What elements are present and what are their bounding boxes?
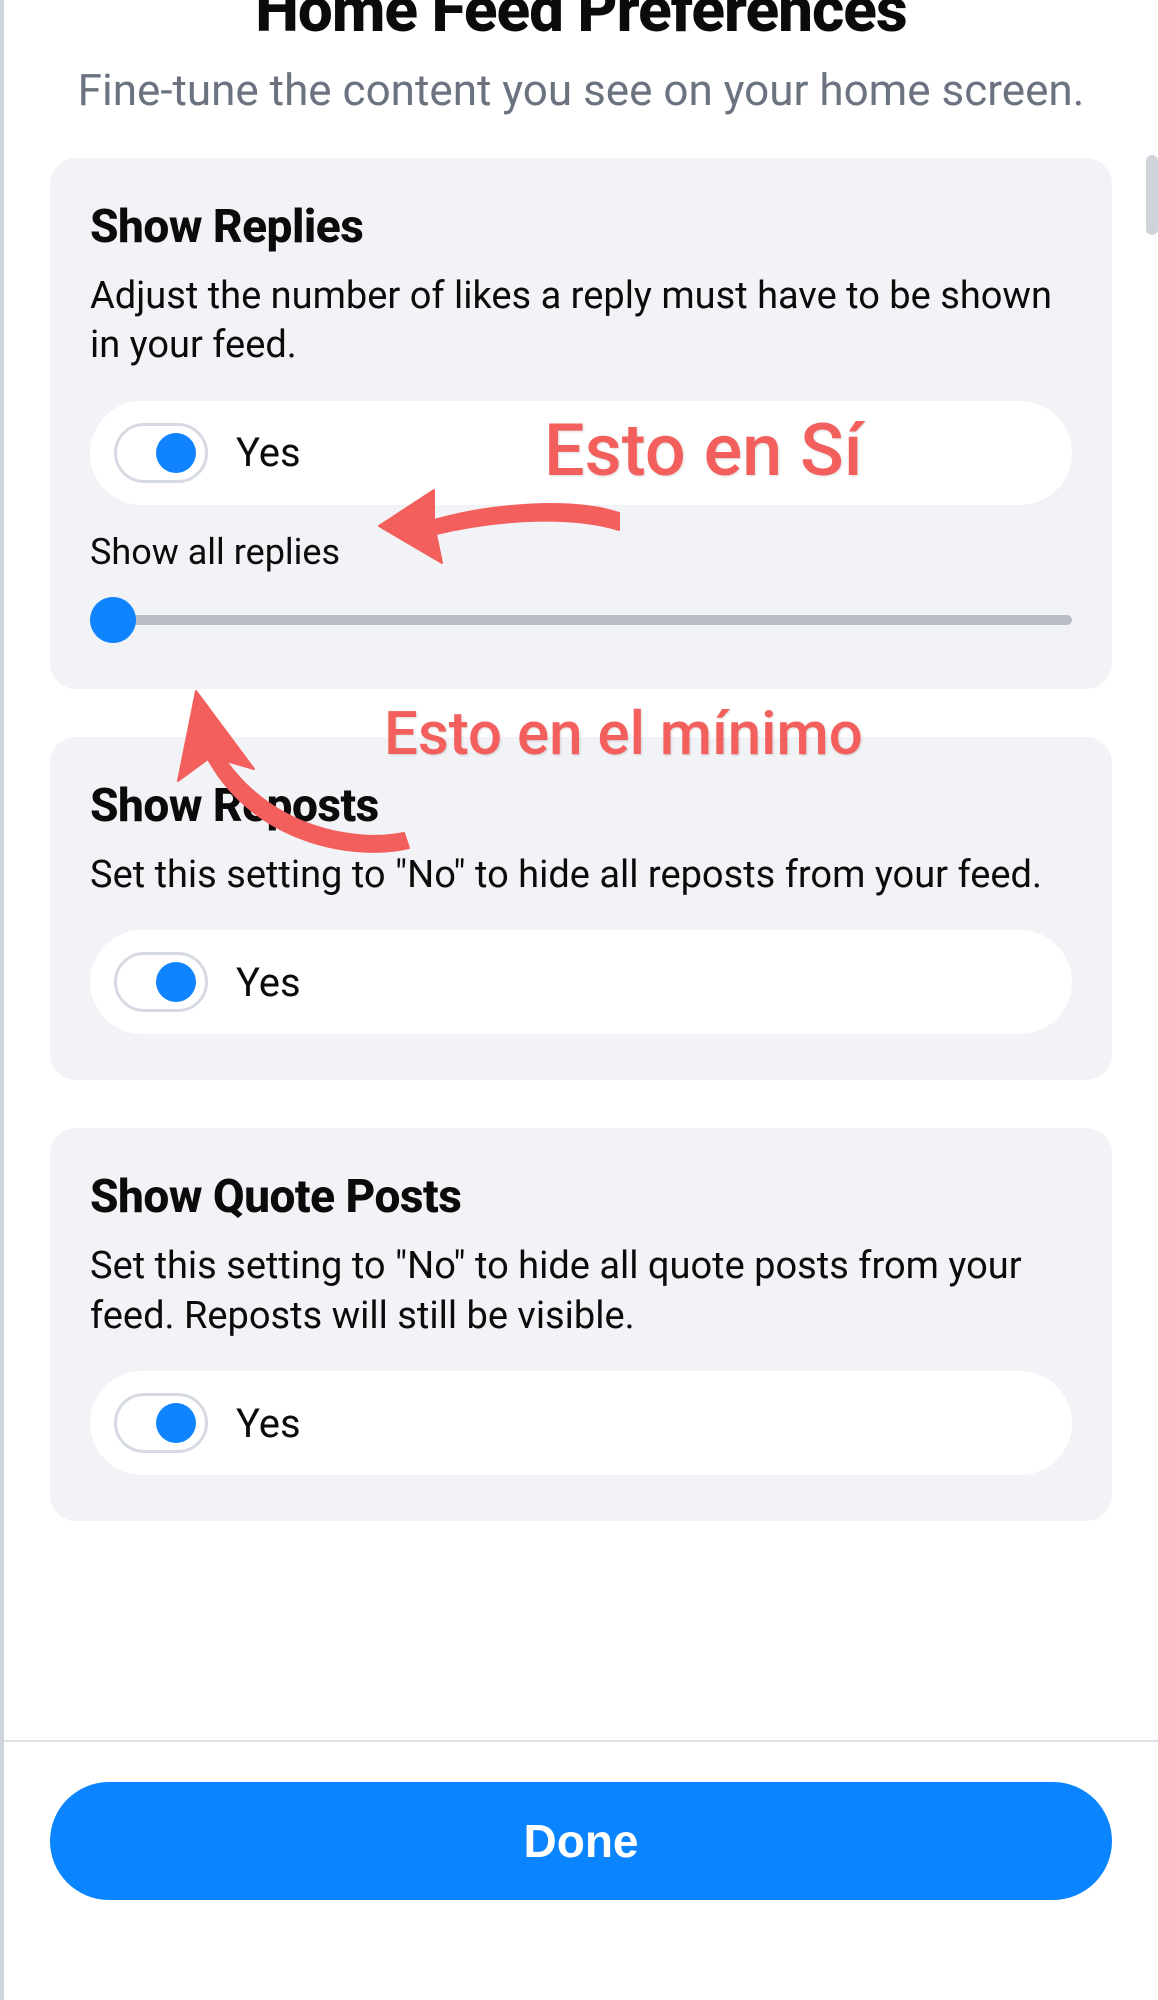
toggle-knob-icon: [156, 1403, 196, 1443]
show-reposts-toggle-row[interactable]: Yes: [90, 930, 1072, 1034]
card-show-reposts: Show Reposts Set this setting to "No" to…: [50, 737, 1112, 1080]
show-replies-slider-label: Show all replies: [90, 531, 1072, 573]
show-quote-posts-toggle-row[interactable]: Yes: [90, 1371, 1072, 1475]
page-subtitle: Fine-tune the content you see on your ho…: [64, 63, 1098, 118]
show-reposts-toggle[interactable]: [114, 952, 208, 1012]
page-title: Home Feed Preferences: [64, 0, 1098, 43]
toggle-knob-icon: [156, 433, 196, 473]
show-reposts-title: Show Reposts: [90, 779, 1072, 833]
show-replies-toggle-label: Yes: [236, 429, 301, 476]
modal-header: Home Feed Preferences Fine-tune the cont…: [4, 0, 1158, 118]
slider-track: [110, 615, 1072, 625]
show-replies-description: Adjust the number of likes a reply must …: [90, 272, 1072, 371]
done-button[interactable]: Done: [50, 1782, 1112, 1900]
show-quote-posts-description: Set this setting to "No" to hide all quo…: [90, 1242, 1072, 1341]
slider-thumb-icon[interactable]: [90, 597, 136, 643]
show-replies-title: Show Replies: [90, 200, 1072, 254]
show-reposts-description: Set this setting to "No" to hide all rep…: [90, 851, 1072, 900]
card-show-replies: Show Replies Adjust the number of likes …: [50, 158, 1112, 689]
show-replies-slider[interactable]: [90, 597, 1072, 643]
show-reposts-toggle-label: Yes: [236, 959, 301, 1006]
show-quote-posts-toggle-label: Yes: [236, 1400, 301, 1447]
show-quote-posts-toggle[interactable]: [114, 1393, 208, 1453]
modal-footer: Done: [4, 1740, 1158, 2000]
card-show-quote-posts: Show Quote Posts Set this setting to "No…: [50, 1128, 1112, 1521]
settings-modal: Home Feed Preferences Fine-tune the cont…: [0, 0, 1158, 2000]
show-quote-posts-title: Show Quote Posts: [90, 1170, 1072, 1224]
toggle-knob-icon: [156, 962, 196, 1002]
show-replies-toggle[interactable]: [114, 423, 208, 483]
settings-content: Show Replies Adjust the number of likes …: [4, 118, 1158, 1589]
show-replies-toggle-row[interactable]: Yes: [90, 401, 1072, 505]
